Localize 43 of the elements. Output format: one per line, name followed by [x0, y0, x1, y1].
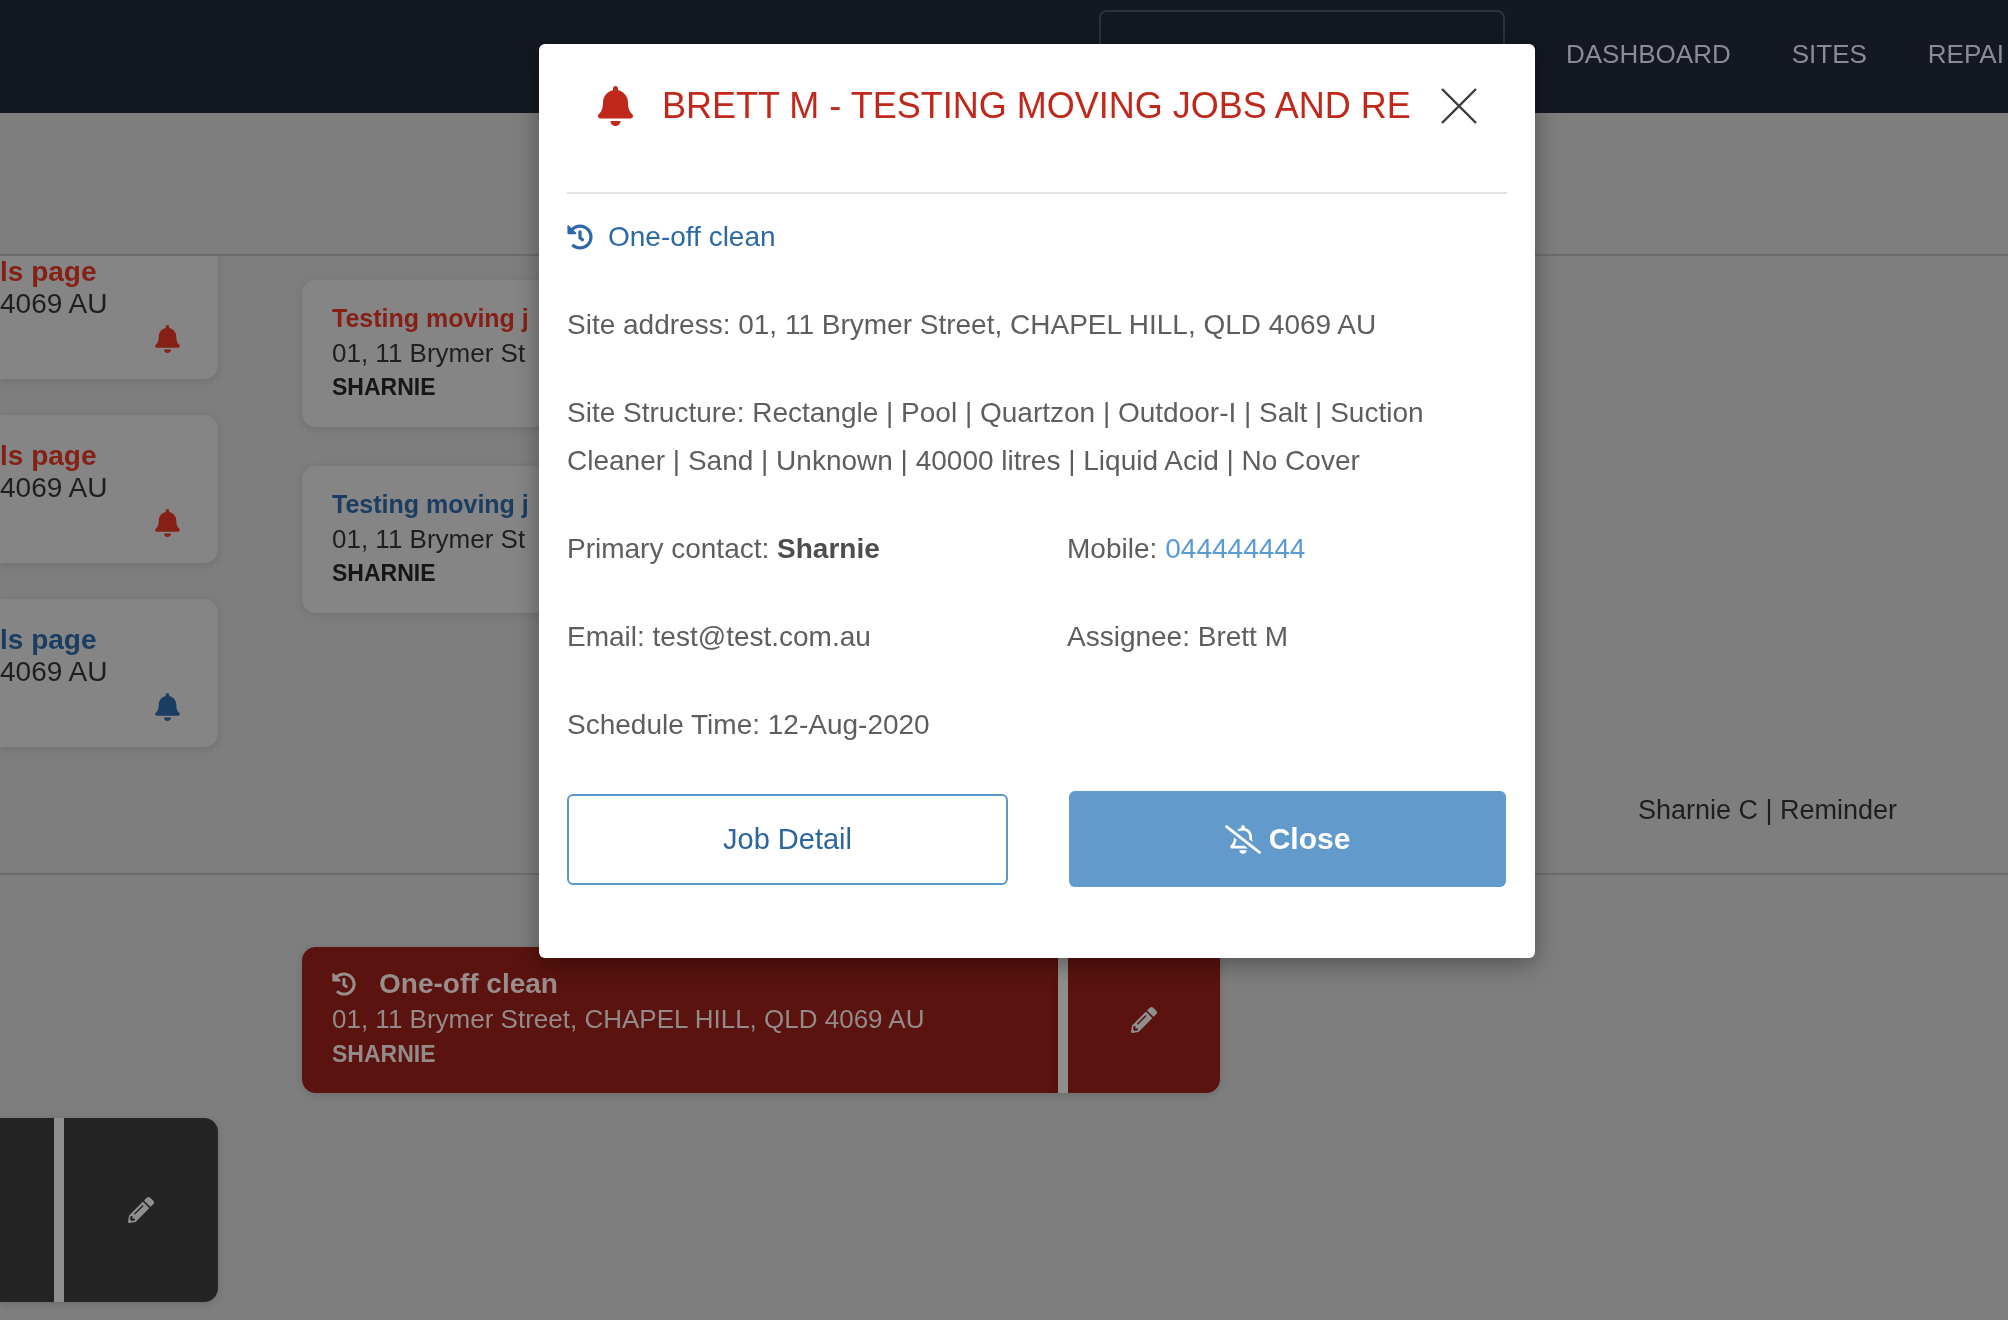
job-address: 4069 AU	[0, 287, 108, 321]
job-address: 4069 AU	[0, 655, 108, 689]
bell-slash-icon	[1224, 824, 1261, 854]
job-type: One-off clean	[379, 967, 558, 1001]
detail-text: Primary contact: Sharnie	[567, 532, 880, 566]
job-address: 4069 AU	[0, 471, 108, 505]
bell-icon	[598, 86, 633, 126]
phone-link[interactable]: 044444444	[1165, 525, 1306, 573]
detail-text: Email: test@test.com.au	[567, 620, 871, 654]
history-icon	[332, 972, 356, 996]
reminder-label: Sharnie C | Reminder	[1637, 794, 1897, 827]
pencil-icon	[1131, 1007, 1157, 1033]
detail-label: Mobile:	[1067, 532, 1158, 566]
detail-text: Assignee: Brett M	[1067, 620, 1288, 654]
job-title: ls page	[0, 257, 97, 287]
job-title: Testing moving j	[332, 489, 529, 520]
close-icon	[1441, 88, 1477, 124]
job-title: Testing moving j	[332, 303, 529, 334]
nav-link[interactable]: REPAI	[1927, 10, 2004, 98]
job-title: ls page	[0, 441, 97, 471]
nav-link[interactable]: SITES	[1791, 10, 1867, 98]
nav-link[interactable]: DASHBOARD	[1566, 10, 1731, 98]
close-button[interactable]: Close	[1069, 791, 1506, 887]
close-button[interactable]	[1441, 88, 1477, 124]
job-card[interactable]: ls page 4069 AU	[0, 415, 218, 563]
job-type: One-off clean	[608, 220, 776, 254]
job-card[interactable]: ls page 4069 AU	[0, 256, 218, 379]
job-address: 01, 11 Brymer St	[332, 337, 526, 370]
job-address: 01, 11 Brymer Street, CHAPEL HILL, QLD 4069 AU	[332, 1003, 925, 1036]
site-address: Site address: 01, 11 Brymer Street, CHAPEL HILL, QLD 4069 AU	[567, 308, 1378, 342]
job-card[interactable]: One-off clean 01, 11 Brymer Street, CHAPEL HILL, QLD 4069 AU SHARNIE	[302, 947, 1058, 1093]
dialog-title: BRETT M - TESTING MOVING JOBS AND RE	[662, 84, 1411, 128]
job-contact: SHARNIE	[332, 559, 436, 588]
job-card[interactable]: ls page 4069 AU	[0, 599, 218, 747]
job-contact: SHARNIE	[332, 1040, 436, 1069]
site-structure: Site Structure: Rectangle | Pool | Quartzon | Outdoor-I | Salt | Suction Cleaner | Sand | Unknown | 40000 litres | Liquid Acid | No Cover	[567, 396, 1425, 478]
job-contact: SHARNIE	[332, 373, 436, 402]
pencil-icon	[128, 1197, 154, 1223]
job-title: ls page	[0, 625, 97, 655]
history-icon	[567, 224, 593, 250]
detail-button[interactable]: Job Detail	[567, 793, 1008, 885]
detail-text: Schedule Time: 12-Aug-2020	[567, 708, 930, 742]
job-address: 01, 11 Brymer St	[332, 523, 526, 556]
